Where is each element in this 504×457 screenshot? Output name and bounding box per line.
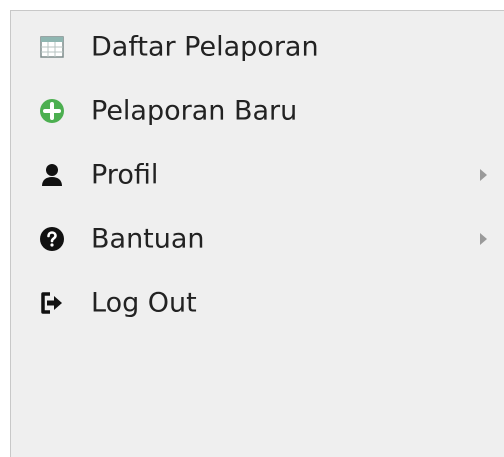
menu-item-label: Log Out (91, 287, 197, 319)
user-icon (39, 162, 65, 188)
menu-item-label: Pelaporan Baru (91, 95, 298, 127)
menu-item-profil[interactable]: Profil (11, 148, 504, 202)
sidebar-menu: Daftar Pelaporan Pelaporan Baru Profil B… (10, 10, 504, 457)
menu-item-label: Bantuan (91, 223, 205, 255)
menu-item-bantuan[interactable]: Bantuan (11, 212, 504, 266)
logout-icon (39, 290, 65, 316)
add-circle-icon (39, 98, 65, 124)
chevron-right-icon (479, 168, 489, 182)
chevron-right-icon (479, 232, 489, 246)
help-circle-icon (39, 226, 65, 252)
menu-item-log-out[interactable]: Log Out (11, 276, 504, 330)
table-icon (39, 34, 65, 60)
menu-item-daftar-pelaporan[interactable]: Daftar Pelaporan (11, 20, 504, 74)
menu-item-pelaporan-baru[interactable]: Pelaporan Baru (11, 84, 504, 138)
menu-item-label: Profil (91, 159, 159, 191)
menu-item-label: Daftar Pelaporan (91, 31, 319, 63)
